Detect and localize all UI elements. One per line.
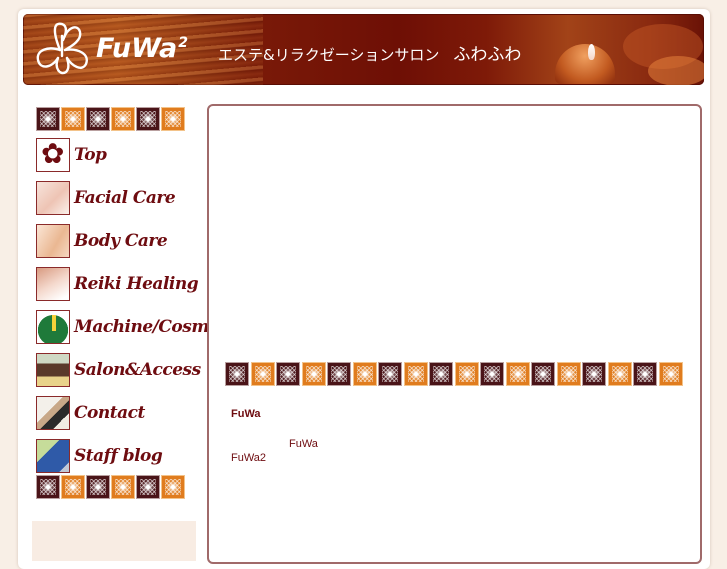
- blog-photo-icon: [36, 438, 70, 473]
- ornament-tile-icon: [429, 362, 453, 386]
- nav-item-salon-access[interactable]: Salon&Access: [36, 351, 201, 388]
- main-content-text: FuWa FuWa FuWa2: [231, 408, 318, 464]
- content-paragraph: FuWa: [289, 438, 318, 450]
- ornament-tile-icon: [161, 107, 185, 131]
- logo-flower-icon[interactable]: [32, 20, 94, 76]
- ornament-tile-icon: [454, 362, 479, 386]
- sidebar-nav: Top Facial Care Body Care Reiki Healing …: [36, 136, 220, 474]
- ornament-tile-icon: [36, 475, 60, 499]
- nav-label: Contact: [74, 402, 145, 423]
- ornament-tile-icon: [480, 362, 504, 386]
- contact-photo-icon: [36, 395, 70, 430]
- ornament-tile-icon: [276, 362, 300, 386]
- hibiscus-icon: [36, 137, 70, 172]
- nav-item-reiki-healing[interactable]: Reiki Healing: [36, 265, 199, 302]
- sidebar: Top Facial Care Body Care Reiki Healing …: [36, 107, 220, 499]
- ornament-tile-icon: [505, 362, 530, 386]
- decor-orb: [648, 56, 704, 85]
- ornament-tile-icon: [658, 362, 683, 386]
- ornament-tile-icon: [36, 107, 60, 131]
- cosmetics-icon: [36, 309, 70, 344]
- ornament-tile-icon: [136, 107, 160, 131]
- ornament-tile-icon: [378, 362, 402, 386]
- reiki-photo-icon: [36, 266, 70, 301]
- ornament-tile-icon: [327, 362, 351, 386]
- ornament-tile-icon: [531, 362, 555, 386]
- ornament-tile-icon: [403, 362, 428, 386]
- logo-wordmark[interactable]: FuWa2: [96, 33, 188, 64]
- nav-label: Machine/Cosme: [74, 316, 220, 337]
- main-content-panel: [207, 104, 702, 564]
- candle-flame: [588, 44, 595, 60]
- salon-photo-icon: [36, 352, 70, 387]
- nav-item-facial-care[interactable]: Facial Care: [36, 179, 196, 216]
- main-decorative-tile-row: [225, 362, 683, 386]
- salon-name: ふわふわ: [453, 45, 522, 65]
- nav-label: Staff blog: [74, 445, 163, 466]
- nav-item-top[interactable]: Top: [36, 136, 196, 173]
- candle-image: [555, 44, 615, 84]
- body-photo-icon: [36, 223, 70, 258]
- decorative-tile-row-top: [36, 107, 196, 131]
- content-paragraph: FuWa2: [231, 452, 267, 464]
- ornament-tile-icon: [111, 107, 135, 131]
- header-tagline: エステ&リラクゼーションサロン ふわふわ: [218, 45, 522, 65]
- ornament-tile-icon: [86, 475, 110, 499]
- ornament-tile-icon: [136, 475, 160, 499]
- ornament-tile-icon: [556, 362, 581, 386]
- face-photo-icon: [36, 180, 70, 215]
- decorative-tile-row-bottom: [36, 475, 196, 499]
- ornament-tile-icon: [250, 362, 275, 386]
- nav-item-staff-blog[interactable]: Staff blog: [36, 437, 196, 474]
- ornament-tile-icon: [225, 362, 249, 386]
- ornament-tile-icon: [352, 362, 377, 386]
- ornament-tile-icon: [86, 107, 110, 131]
- ornament-tile-icon: [161, 475, 185, 499]
- nav-label: Body Care: [74, 230, 168, 251]
- ornament-tile-icon: [301, 362, 326, 386]
- ornament-tile-icon: [111, 475, 135, 499]
- ornament-tile-icon: [61, 107, 85, 131]
- ornament-tile-icon: [607, 362, 632, 386]
- content-heading: FuWa: [231, 408, 261, 420]
- ornament-tile-icon: [633, 362, 657, 386]
- nav-item-machine-cosme[interactable]: Machine/Cosme: [36, 308, 220, 345]
- nav-label: Reiki Healing: [74, 273, 199, 294]
- nav-item-body-care[interactable]: Body Care: [36, 222, 196, 259]
- nav-label: Top: [74, 144, 107, 165]
- ornament-tile-icon: [582, 362, 606, 386]
- sidebar-info-box: [32, 521, 196, 561]
- nav-label: Facial Care: [74, 187, 176, 208]
- nav-label: Salon&Access: [74, 359, 201, 380]
- nav-item-contact[interactable]: Contact: [36, 394, 196, 431]
- ornament-tile-icon: [61, 475, 85, 499]
